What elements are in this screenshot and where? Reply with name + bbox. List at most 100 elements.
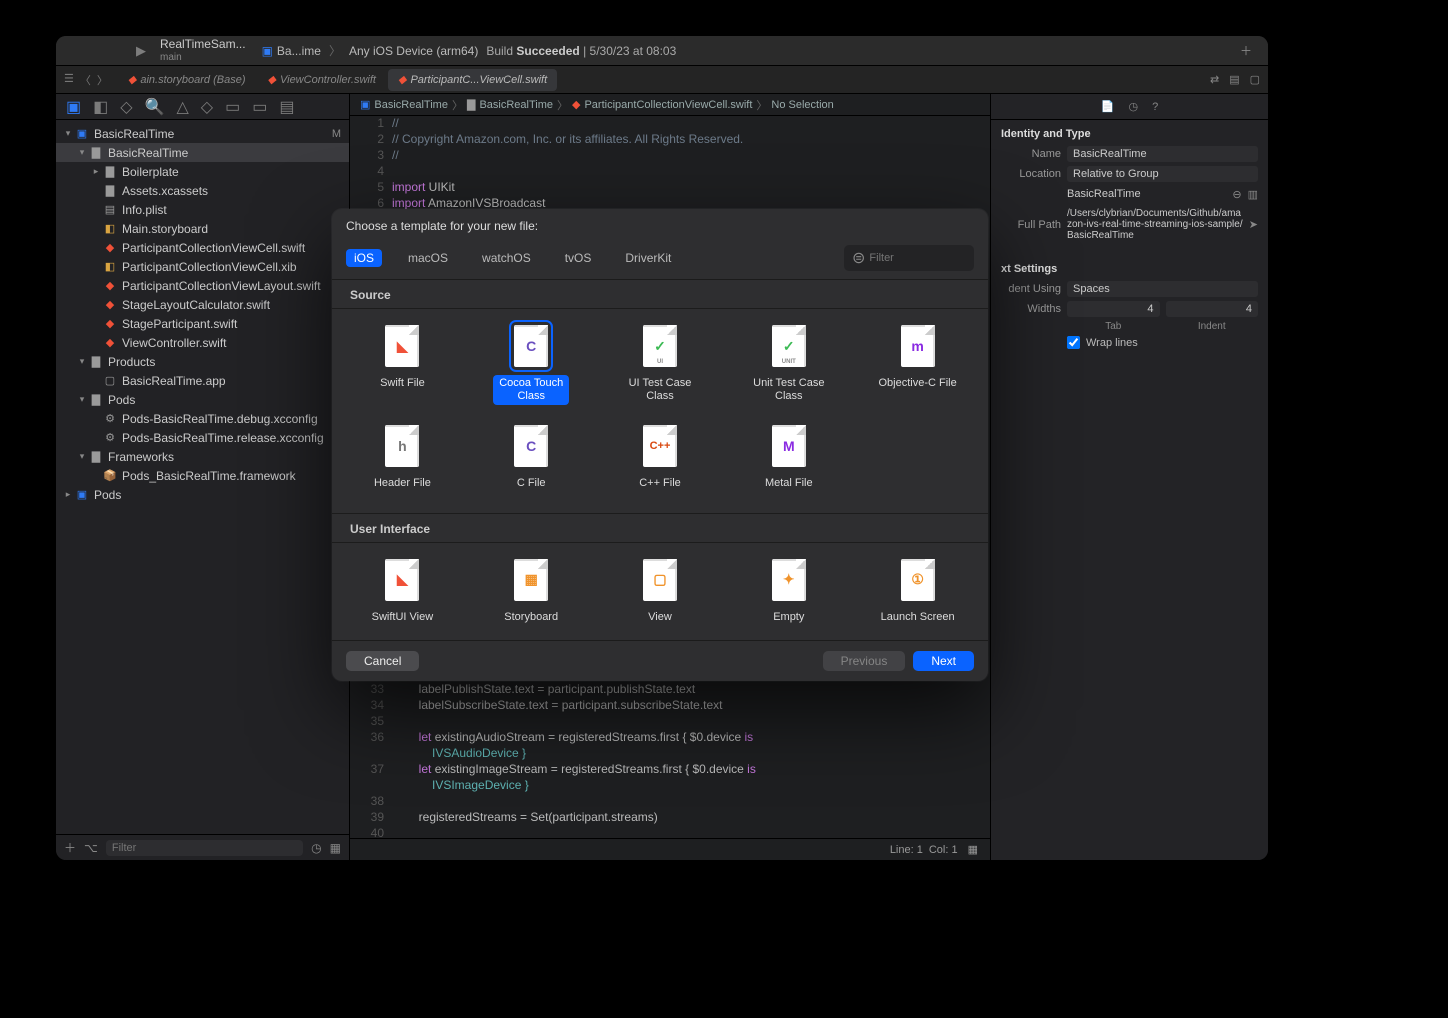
disclosure-icon[interactable]: ▾ xyxy=(76,147,88,158)
tree-row[interactable]: ◆ViewController.swift xyxy=(56,333,349,352)
template-label: Unit Test CaseClass xyxy=(747,375,830,405)
tree-row[interactable]: ◆ParticipantCollectionViewCell.swift xyxy=(56,238,349,257)
disclosure-icon[interactable]: ▾ xyxy=(62,128,74,139)
insp-wrap-checkbox[interactable] xyxy=(1067,336,1080,349)
issues-icon[interactable]: △ xyxy=(176,97,188,117)
sheet-filter-input[interactable] xyxy=(869,252,966,264)
library-plus-icon[interactable]: ＋ xyxy=(1234,42,1258,59)
template-item[interactable]: ▦Storyboard xyxy=(467,549,596,632)
template-item[interactable]: mObjective-C File xyxy=(853,315,982,411)
template-scroll[interactable]: Source◣Swift FileCCocoa TouchClass✓UIUI … xyxy=(332,280,988,640)
editor-mode-icon[interactable]: ▤ xyxy=(1229,73,1239,86)
project-title[interactable]: RealTimeSam... main xyxy=(160,38,246,62)
reports-icon[interactable]: ▤ xyxy=(279,97,294,117)
disclosure-icon[interactable]: ▾ xyxy=(76,451,88,462)
platform-tab-driverkit[interactable]: DriverKit xyxy=(617,249,679,267)
platform-tab-watchos[interactable]: watchOS xyxy=(474,249,539,267)
template-item[interactable]: hHeader File xyxy=(338,415,467,498)
editor-tab[interactable]: ◆ain.storyboard (Base) xyxy=(118,69,256,91)
file-inspector-icon[interactable]: 📄 xyxy=(1101,100,1115,113)
tree-row[interactable]: ◧ParticipantCollectionViewCell.xib xyxy=(56,257,349,276)
folder-open-icon[interactable]: ▥ xyxy=(1248,188,1258,201)
sidebar-toggle-icon[interactable]: ☰ xyxy=(64,72,74,88)
template-item[interactable]: CC File xyxy=(467,415,596,498)
template-label: UI Test CaseClass xyxy=(623,375,698,405)
find-icon[interactable]: 🔍 xyxy=(145,97,165,117)
editor-breadcrumb[interactable]: ▣ BasicRealTime 〉 ▇ BasicRealTime 〉 ◆ Pa… xyxy=(350,94,990,116)
navigator-filter-input[interactable] xyxy=(106,840,303,856)
filter-funnel-icon[interactable]: ⌥ xyxy=(84,841,98,855)
insp-tab-sublabel: Tab xyxy=(1067,321,1160,332)
platform-tab-ios[interactable]: iOS xyxy=(346,249,382,267)
tree-row[interactable]: ⚙Pods-BasicRealTime.release.xcconfig xyxy=(56,428,349,447)
editor-tab[interactable]: ◆ViewController.swift xyxy=(258,69,386,91)
insp-name-value[interactable]: BasicRealTime xyxy=(1067,146,1258,162)
debug-icon[interactable]: ▭ xyxy=(225,97,240,117)
tree-row[interactable]: ◆StageParticipant.swift xyxy=(56,314,349,333)
tree-row[interactable]: ▾▇Pods xyxy=(56,390,349,409)
tree-row[interactable]: ◆StageLayoutCalculator.swift xyxy=(56,295,349,314)
template-item[interactable]: ✓UNITUnit Test CaseClass xyxy=(724,315,853,411)
sheet-filter-wrap[interactable]: ⊜ xyxy=(844,245,974,271)
disclosure-icon[interactable]: ▸ xyxy=(62,489,74,500)
tree-row[interactable]: ◧Main.storyboard xyxy=(56,219,349,238)
help-inspector-icon[interactable]: ? xyxy=(1152,101,1158,113)
history-inspector-icon[interactable]: ◷ xyxy=(1128,100,1138,113)
template-item[interactable]: MMetal File xyxy=(724,415,853,498)
insp-tab-width[interactable]: 4 xyxy=(1067,301,1160,317)
disclosure-icon[interactable]: ▾ xyxy=(76,356,88,367)
tree-row[interactable]: ▾▇Products xyxy=(56,352,349,371)
template-item[interactable]: ▢View xyxy=(596,549,725,632)
template-item[interactable]: ✦Empty xyxy=(724,549,853,632)
tree-row[interactable]: ▤Info.plist xyxy=(56,200,349,219)
next-button[interactable]: Next xyxy=(913,651,974,671)
tree-row[interactable]: ▾▇Frameworks xyxy=(56,447,349,466)
inspector-toggle-icon[interactable]: ▢ xyxy=(1250,73,1260,86)
navigator-tree[interactable]: ▾▣BasicRealTimeM▾▇BasicRealTime▸▇Boilerp… xyxy=(56,120,349,834)
project-navigator-icon[interactable]: ▣ xyxy=(66,97,81,117)
refresh-icon[interactable]: ⇄ xyxy=(1210,73,1219,86)
clock-icon[interactable]: ◷ xyxy=(311,841,321,855)
tree-row[interactable]: ▢BasicRealTime.app xyxy=(56,371,349,390)
insp-loc-select[interactable]: Relative to Group xyxy=(1067,166,1258,182)
template-item[interactable]: CCocoa TouchClass xyxy=(467,315,596,411)
platform-tab-tvos[interactable]: tvOS xyxy=(557,249,600,267)
symbols-icon[interactable]: ◇ xyxy=(120,97,132,117)
file-icon: ① xyxy=(901,559,935,601)
run-icon[interactable]: ▶ xyxy=(136,43,146,59)
breakpoints-icon[interactable]: ▭ xyxy=(252,97,267,117)
platform-tab-macos[interactable]: macOS xyxy=(400,249,456,267)
nav-back-icon[interactable]: 〈 xyxy=(80,72,91,88)
template-item[interactable]: ◣Swift File xyxy=(338,315,467,411)
reveal-icon[interactable]: ➤ xyxy=(1249,218,1258,231)
status-grid-icon[interactable]: ▦ xyxy=(968,843,978,856)
tree-row[interactable]: 📦Pods_BasicRealTime.framework xyxy=(56,466,349,485)
template-item[interactable]: ①Launch Screen xyxy=(853,549,982,632)
disclosure-icon[interactable]: ▾ xyxy=(76,394,88,405)
nav-fwd-icon[interactable]: 〉 xyxy=(97,72,108,88)
add-nav-icon[interactable]: ＋ xyxy=(64,839,76,856)
tree-row[interactable]: ▸▇Boilerplate xyxy=(56,162,349,181)
editor-tab[interactable]: ◆ParticipantC...ViewCell.swift xyxy=(388,69,557,91)
insp-indent-width[interactable]: 4 xyxy=(1166,301,1259,317)
template-item[interactable]: ◣SwiftUI View xyxy=(338,549,467,632)
template-item[interactable]: C++C++ File xyxy=(596,415,725,498)
grid-icon[interactable]: ▦ xyxy=(330,841,341,855)
tree-row[interactable]: ▾▣BasicRealTimeM xyxy=(56,124,349,143)
source-control-icon[interactable]: ◧ xyxy=(93,97,108,117)
tree-row[interactable]: ▇Assets.xcassets xyxy=(56,181,349,200)
folder-icon: ▇ xyxy=(102,184,118,197)
clear-icon[interactable]: ⊖ xyxy=(1232,188,1241,201)
template-item[interactable]: ✓UIUI Test CaseClass xyxy=(596,315,725,411)
tree-row[interactable]: ⚙Pods-BasicRealTime.debug.xcconfig xyxy=(56,409,349,428)
tree-row[interactable]: ▾▇BasicRealTime xyxy=(56,143,349,162)
insp-indent-select[interactable]: Spaces xyxy=(1067,281,1258,297)
tree-row[interactable]: ◆ParticipantCollectionViewLayout.swift xyxy=(56,276,349,295)
previous-button[interactable]: Previous xyxy=(823,651,906,671)
cancel-button[interactable]: Cancel xyxy=(346,651,419,671)
disclosure-icon[interactable]: ▸ xyxy=(90,166,102,177)
tests-icon[interactable]: ◇ xyxy=(201,97,213,117)
tree-label: Main.storyboard xyxy=(122,222,341,236)
tree-row[interactable]: ▸▣Pods xyxy=(56,485,349,504)
scheme-selector[interactable]: ▣ Ba...ime 〉 Any iOS Device (arm64) xyxy=(262,42,479,59)
